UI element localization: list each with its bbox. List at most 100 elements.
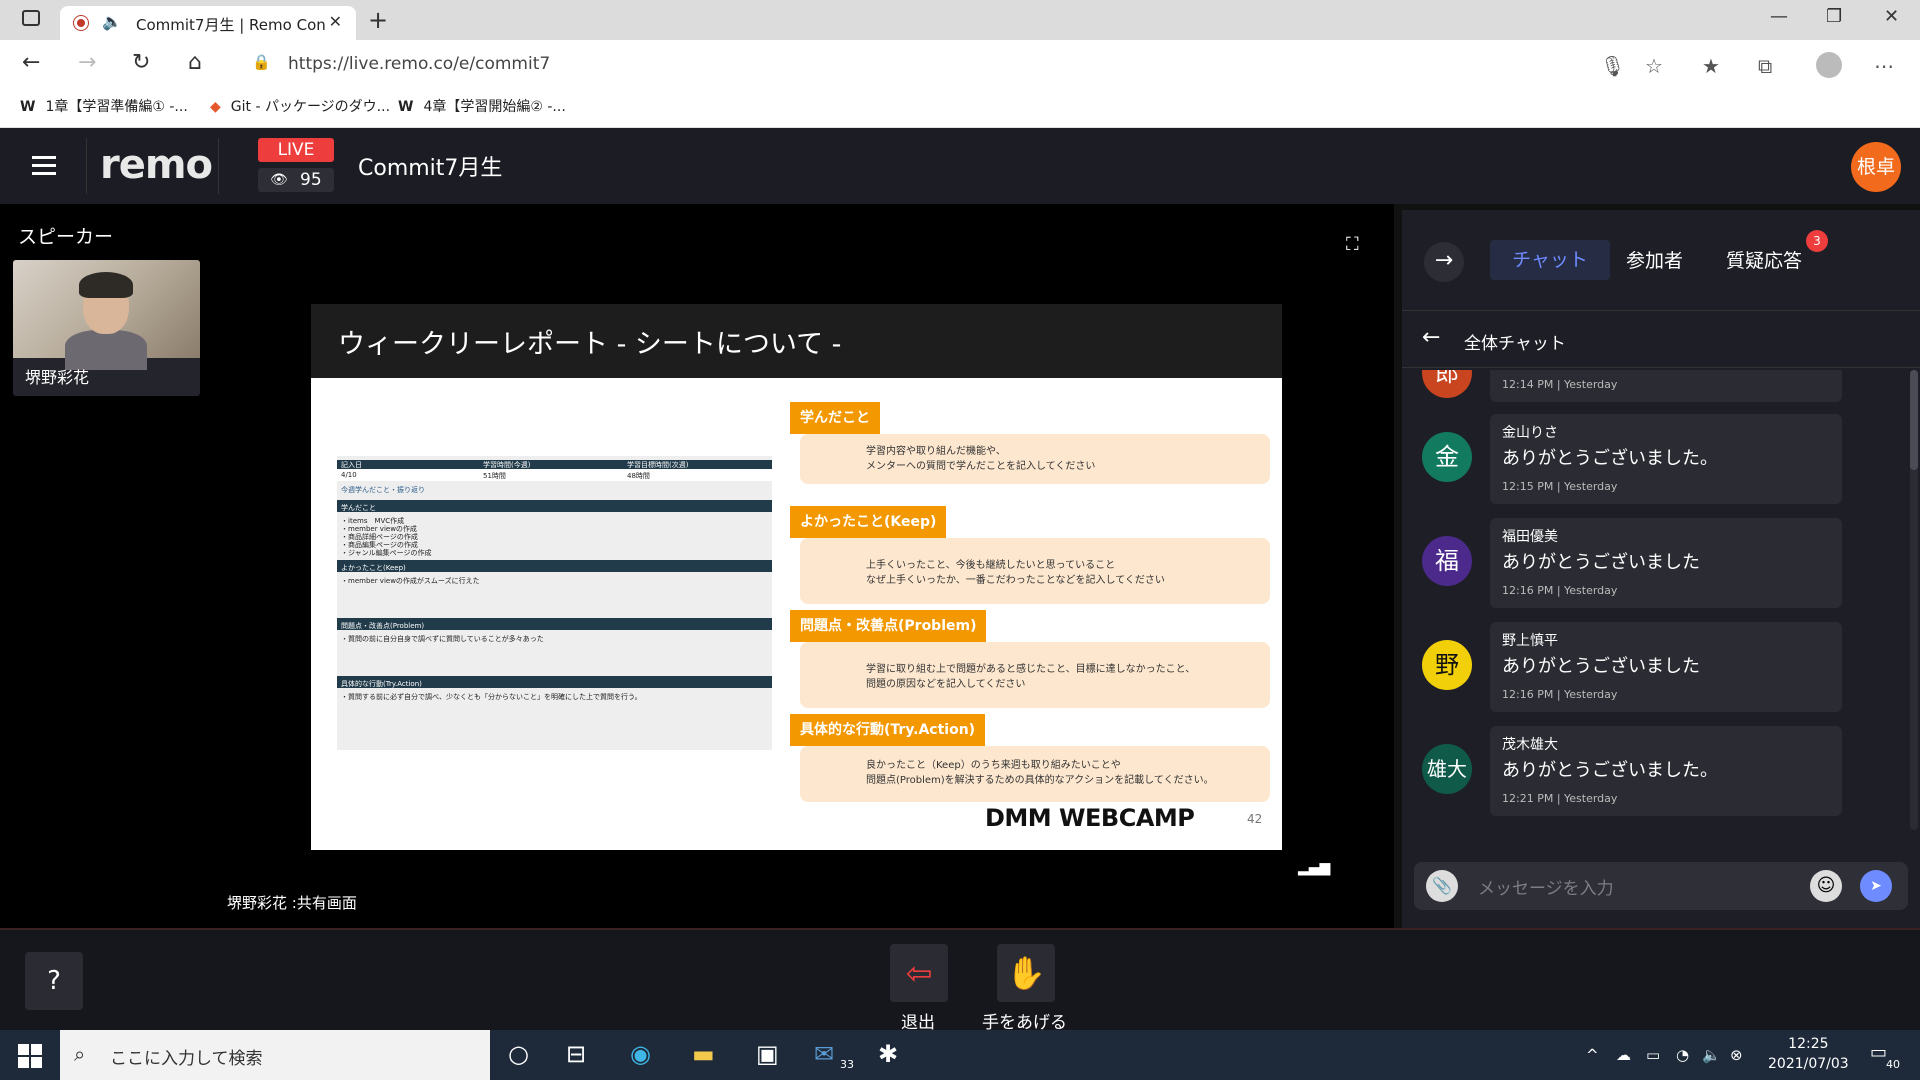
onedrive-icon[interactable]: ☁ <box>1616 1046 1631 1064</box>
browser-tab[interactable]: 🔈 Commit7月生 | Remo Confe ✕ <box>60 6 356 40</box>
menu-icon[interactable] <box>32 156 56 175</box>
minimize-icon[interactable]: — <box>1770 6 1788 27</box>
back-icon[interactable]: ← <box>22 50 40 75</box>
lock-icon[interactable]: 🔒 <box>252 53 271 71</box>
tab-chat[interactable]: チャット <box>1490 240 1610 280</box>
mail-icon[interactable]: ✉ <box>814 1040 834 1068</box>
live-badge: LIVE <box>258 138 334 162</box>
avatar: 金 <box>1422 432 1472 482</box>
close-window-icon[interactable]: ✕ <box>1884 6 1899 27</box>
chat-message: 金 金山りさ ありがとうございました。 12:15 PM | Yesterday <box>1402 414 1902 504</box>
tab-qa[interactable]: 質疑応答 <box>1726 246 1802 273</box>
section-tag: よかったこと(Keep) <box>790 506 947 538</box>
message-placeholder: メッセージを入力 <box>1478 879 1614 899</box>
chat-channel-header: ← 全体チャット <box>1402 310 1920 368</box>
speaker-section-title: スピーカー <box>18 226 114 248</box>
event-title: Commit7月生 <box>358 156 503 181</box>
dmm-webcamp-logo: DMM WEBCAMP <box>985 804 1195 832</box>
slack-icon[interactable]: ✱ <box>878 1040 898 1068</box>
bookmark-item[interactable]: ◆ Git - パッケージのダウ... <box>210 96 390 116</box>
remo-header: remo LIVE 👁 95 Commit7月生 根卓 <box>0 128 1920 204</box>
add-favorite-icon[interactable]: ☆ <box>1645 54 1663 78</box>
section-tag: 学んだこと <box>790 402 880 434</box>
disconnect-icon[interactable]: ⊗ <box>1730 1046 1743 1064</box>
avatar: 雄大 <box>1422 744 1472 794</box>
notification-icon[interactable]: ▭ <box>1870 1042 1887 1063</box>
section-description: 学習に取り組む上で問題があると感じたこと、目標に達しなかったこと、 問題の原因な… <box>800 642 1270 708</box>
remo-logo: remo <box>100 142 213 188</box>
task-view-icon[interactable]: ⊟ <box>566 1040 586 1068</box>
edge-icon[interactable]: ◉ <box>630 1040 651 1068</box>
w-icon: W <box>398 99 414 115</box>
address-bar: ← → ↻ ⌂ 🔒 https://live.remo.co/e/commit7… <box>0 40 1920 88</box>
bookmark-item[interactable]: W 1章【学習準備編① -... <box>20 96 188 116</box>
favorites-icon[interactable]: ★ <box>1702 54 1720 78</box>
profile-avatar[interactable] <box>1816 52 1842 78</box>
chat-tabs: → チャット 参加者 質疑応答 3 <box>1402 210 1920 310</box>
file-explorer-icon[interactable]: ▬ <box>692 1040 715 1068</box>
eye-icon: 👁 <box>270 172 288 188</box>
chat-message: 郎 12:14 PM | Yesterday <box>1402 370 1902 402</box>
event-toolbar: ? ⇦ 退出 ✋ 手をあげる <box>0 928 1920 1033</box>
attach-icon[interactable]: 📎 <box>1426 870 1458 902</box>
battery-icon[interactable]: ▭ <box>1646 1046 1660 1064</box>
remo-favicon-icon <box>74 16 88 30</box>
url-text: https://live.remo.co/e/commit7 <box>288 54 551 74</box>
speaker-icon[interactable]: 🔈 <box>102 12 122 31</box>
speaker-video[interactable]: 堺野彩花 <box>13 260 200 396</box>
report-sheet: 記入日 学習時間(今週) 学習目標時間(次週) 4/10 51時間 48時間 今… <box>337 456 772 750</box>
shared-slide: ウィークリーレポート - シートについて - 記入日 学習時間(今週) 学習目標… <box>311 304 1282 850</box>
send-icon[interactable]: ➤ <box>1860 870 1892 902</box>
chat-message: 雄大 茂木雄大 ありがとうございました。 12:21 PM | Yesterda… <box>1402 726 1902 816</box>
tab-participants[interactable]: 参加者 <box>1626 246 1683 273</box>
emoji-icon[interactable]: ☺ <box>1810 870 1842 902</box>
store-icon[interactable]: ▣ <box>756 1040 779 1068</box>
chat-scrollbar[interactable] <box>1910 370 1918 830</box>
section-description: 学習内容や取り組んだ機能や、 メンターへの質問で学んだことを記入してください <box>800 434 1270 484</box>
windows-taskbar: ⌕ ここに入力して検索 ○ ⊟ ◉ ▬ ▣ ✉ 33 ✱ ^ ☁ ▭ ◔ 🔈 ⊗… <box>0 1030 1920 1080</box>
cortana-icon[interactable]: ○ <box>508 1040 529 1068</box>
chat-panel: → チャット 参加者 質疑応答 3 ← 全体チャット 郎 12:14 PM | … <box>1402 210 1920 928</box>
new-tab-icon[interactable]: + <box>368 6 388 34</box>
screen-share-label: 堺野彩花 :共有画面 <box>227 894 357 912</box>
reload-icon[interactable]: ↻ <box>132 50 150 75</box>
bookmark-item[interactable]: W 4章【学習開始編② -... <box>398 96 566 116</box>
viewer-count: 👁 95 <box>258 168 334 192</box>
microphone-icon[interactable]: 🎙 <box>1600 54 1625 78</box>
message-input[interactable]: 📎 メッセージを入力 ☺ ➤ <box>1414 862 1908 910</box>
message-list: 郎 12:14 PM | Yesterday 金 金山りさ ありがとうございまし… <box>1402 370 1902 830</box>
home-icon[interactable]: ⌂ <box>188 50 202 75</box>
git-icon: ◆ <box>210 99 221 115</box>
collapse-panel-icon[interactable]: → <box>1424 242 1464 282</box>
tab-actions-icon[interactable] <box>22 10 40 26</box>
maximize-icon[interactable]: ❐ <box>1826 6 1842 27</box>
raise-hand-button[interactable]: ✋ <box>997 944 1055 1002</box>
tab-title: Commit7月生 | Remo Confe <box>136 16 326 34</box>
tab-close-icon[interactable]: ✕ <box>329 12 342 31</box>
speaker-name: 堺野彩花 <box>25 368 90 387</box>
clock[interactable]: 12:25 2021/07/03 <box>1768 1034 1849 1074</box>
help-icon[interactable]: ? <box>25 952 83 1010</box>
url-field[interactable]: 🔒 https://live.remo.co/e/commit7 <box>238 46 1680 82</box>
fullscreen-icon[interactable]: ⛶ <box>1346 234 1359 255</box>
chat-message: 福 福田優美 ありがとうございました 12:16 PM | Yesterday <box>1402 518 1902 608</box>
windows-search[interactable]: ⌕ ここに入力して検索 <box>60 1030 490 1080</box>
browser-tab-bar: 🔈 Commit7月生 | Remo Confe ✕ + — ❐ ✕ <box>0 0 1920 40</box>
leave-button[interactable]: ⇦ <box>890 944 948 1002</box>
back-icon[interactable]: ← <box>1422 325 1440 350</box>
windows-start-icon[interactable] <box>18 1044 42 1068</box>
bookmarks-bar: W 1章【学習準備編① -... ◆ Git - パッケージのダウ... W 4章【学… <box>0 88 1920 128</box>
slide-title: ウィークリーレポート - シートについて - <box>338 329 842 360</box>
more-icon[interactable]: ⋯ <box>1874 54 1894 78</box>
avatar: 福 <box>1422 536 1472 586</box>
qa-badge: 3 <box>1806 230 1828 252</box>
wifi-icon[interactable]: ◔ <box>1676 1046 1689 1064</box>
forward-icon[interactable]: → <box>78 50 96 75</box>
volume-icon[interactable]: 🔈 <box>1702 1046 1721 1064</box>
chevron-up-icon[interactable]: ^ <box>1586 1046 1599 1064</box>
notification-count: 40 <box>1886 1058 1900 1071</box>
collections-icon[interactable]: ⧉ <box>1758 54 1772 78</box>
user-avatar[interactable]: 根卓 <box>1851 142 1901 192</box>
slide-page-number: 42 <box>1247 812 1263 826</box>
avatar: 野 <box>1422 640 1472 690</box>
